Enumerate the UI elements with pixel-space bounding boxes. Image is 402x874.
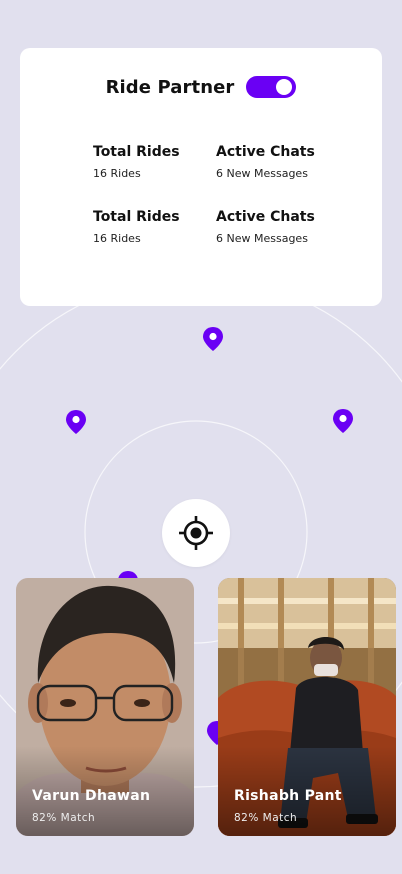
stat-value: 6 New Messages [216,232,308,245]
location-pin-icon[interactable] [64,409,88,435]
ride-partner-toggle[interactable] [246,76,297,98]
stats-grid: Total Rides 16 Rides Active Chats 6 New … [93,142,333,245]
stat-active-chats: Active Chats 6 New Messages [216,207,333,245]
stat-label: Total Rides [93,209,180,225]
card-title: Ride Partner [105,76,235,98]
stat-label: Active Chats [216,209,315,225]
location-pin-icon[interactable] [201,326,225,352]
locate-me-button[interactable] [162,499,230,567]
stat-active-chats: Active Chats 6 New Messages [216,142,333,180]
stat-value: 6 New Messages [216,167,308,180]
stat-label: Total Rides [93,144,180,160]
partner-card[interactable]: Rishabh Pant 82% Match [218,578,396,836]
crosshair-icon [179,516,213,550]
partner-match: 82% Match [234,812,298,824]
stat-label: Active Chats [216,144,315,160]
ride-partner-card: Ride Partner Total Rides 16 Rides Active… [20,48,382,306]
stat-value: 16 Rides [93,232,141,245]
partner-name: Rishabh Pant [234,788,342,804]
stat-total-rides: Total Rides 16 Rides [93,207,216,245]
stat-total-rides: Total Rides 16 Rides [93,142,216,180]
location-pin-icon[interactable] [331,408,355,434]
stat-value: 16 Rides [93,167,141,180]
partner-name: Varun Dhawan [32,788,151,804]
toggle-knob [276,79,293,95]
partner-match: 82% Match [32,812,96,824]
card-header: Ride Partner [20,76,382,98]
partner-card[interactable]: Varun Dhawan 82% Match [16,578,194,836]
